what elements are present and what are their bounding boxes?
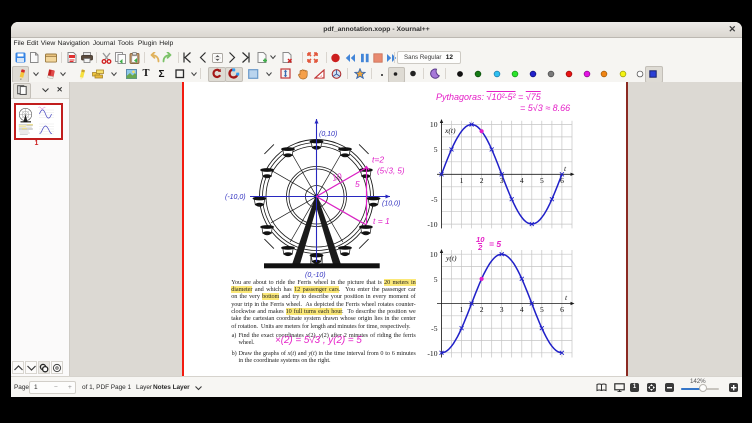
svg-text:1: 1 [460, 305, 464, 314]
svg-text:t: t [565, 293, 568, 302]
svg-text:-5: -5 [431, 195, 438, 204]
svg-text:3: 3 [500, 176, 504, 185]
svg-text:5: 5 [434, 145, 438, 154]
svg-text:(10,0): (10,0) [382, 201, 400, 208]
svg-text:5: 5 [434, 275, 438, 284]
svg-text:5: 5 [540, 305, 544, 314]
svg-text:(5√3, 5): (5√3, 5) [377, 167, 405, 176]
svg-text:5: 5 [355, 179, 360, 189]
svg-text:3: 3 [500, 305, 504, 314]
svg-text:t: t [564, 164, 567, 173]
svg-text:10: 10 [430, 120, 438, 129]
svg-text:5: 5 [540, 176, 544, 185]
svg-text:t = 1: t = 1 [373, 216, 390, 226]
svg-text:-10: -10 [427, 220, 437, 229]
svg-text:(0,10): (0,10) [319, 131, 337, 138]
svg-text:4: 4 [520, 176, 524, 185]
svg-text:-10: -10 [427, 349, 437, 358]
svg-text:4: 4 [520, 305, 524, 314]
svg-text:6: 6 [560, 305, 564, 314]
svg-text:(-10,0): (-10,0) [225, 194, 246, 201]
svg-text:t=2: t=2 [372, 155, 384, 165]
svg-text:10: 10 [331, 171, 343, 183]
svg-text:y(t): y(t) [445, 254, 457, 263]
svg-text:-5: -5 [431, 324, 438, 333]
svg-text:1: 1 [460, 176, 464, 185]
svg-text:10: 10 [430, 250, 438, 259]
svg-text:2: 2 [480, 305, 484, 314]
svg-text:x(t): x(t) [444, 126, 456, 135]
svg-text:6: 6 [560, 176, 564, 185]
svg-text:2: 2 [480, 176, 484, 185]
